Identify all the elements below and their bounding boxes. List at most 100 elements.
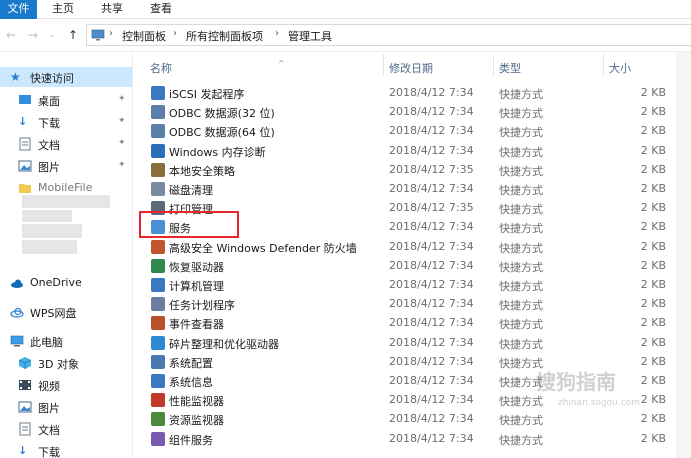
recent-locations-chevron-icon[interactable]: ⌄ [45, 27, 59, 43]
file-date: 2018/4/12 7:34 [389, 278, 474, 291]
file-date: 2018/4/12 7:34 [389, 105, 474, 119]
star-icon: ★ [10, 70, 21, 84]
back-arrow-icon[interactable]: ← [4, 27, 18, 43]
sidebar-item-onedrive[interactable]: OneDrive [0, 273, 132, 293]
tab-share[interactable]: 共享 [101, 0, 123, 19]
tab-file[interactable]: 文件 [0, 0, 37, 19]
sidebar-item-this-pc[interactable]: 此电脑 [0, 331, 132, 351]
pin-icon[interactable]: ✦ [118, 116, 126, 126]
file-row[interactable]: iSCSI 发起程序 2018/4/12 7:34 快捷方式 2 KB [133, 84, 691, 103]
breadcrumb-control-panel[interactable]: 控制面板 [122, 28, 166, 44]
column-divider[interactable] [603, 54, 604, 76]
picture-icon [18, 160, 32, 172]
sidebar-item-3d-objects[interactable]: 3D 对象 [0, 353, 132, 373]
column-header-name[interactable]: 名称 ^ [150, 59, 285, 76]
breadcrumb-separator-icon[interactable]: › [275, 28, 279, 39]
sidebar-item-pictures-pc[interactable]: 图片 [0, 397, 132, 417]
file-row[interactable]: 计算机管理 2018/4/12 7:34 快捷方式 2 KB [133, 276, 691, 295]
tab-home[interactable]: 主页 [52, 0, 74, 19]
system-config-icon [151, 354, 165, 369]
sidebar-item-documents[interactable]: 文档 ✦ [0, 134, 132, 154]
tab-view[interactable]: 查看 [150, 0, 172, 19]
file-date: 2018/4/12 7:34 [389, 412, 474, 426]
sidebar-item-wps-drive[interactable]: WPS网盘 [0, 302, 132, 322]
file-size: 2 KB [640, 297, 666, 311]
file-row[interactable]: 恢复驱动器 2018/4/12 7:34 快捷方式 2 KB [133, 257, 691, 276]
pin-icon[interactable]: ✦ [118, 138, 126, 148]
breadcrumb-separator-icon: › [109, 28, 113, 39]
file-name: ODBC 数据源(32 位) [169, 107, 275, 121]
file-row[interactable]: 高级安全 Windows Defender 防火墙 2018/4/12 7:34 快… [133, 238, 691, 257]
up-arrow-icon[interactable]: ↑ [66, 27, 80, 43]
globe-shortcut-icon [151, 86, 165, 100]
blurred-region [22, 210, 72, 222]
file-date: 2018/4/12 7:34 [389, 374, 474, 387]
column-header-label: 名称 [150, 62, 172, 75]
file-row[interactable]: ODBC 数据源(64 位) 2018/4/12 7:34 快捷方式 2 KB [133, 122, 691, 141]
file-date: 2018/4/12 7:34 [389, 124, 474, 138]
column-divider[interactable] [383, 54, 384, 76]
file-name: iSCSI 发起程序 [169, 88, 245, 101]
file-type: 快捷方式 [499, 260, 543, 274]
sidebar-item-downloads[interactable]: ↓ 下载 ✦ [0, 112, 132, 132]
file-row[interactable]: 任务计划程序 2018/4/12 7:34 快捷方式 2 KB [133, 295, 691, 314]
blurred-region [22, 224, 82, 238]
sidebar-item-desktop[interactable]: 桌面 ✦ [0, 90, 132, 110]
pin-icon[interactable]: ✦ [118, 94, 126, 104]
sidebar-item-label: 3D 对象 [38, 358, 79, 371]
sidebar-item-pictures[interactable]: 图片 ✦ [0, 156, 132, 176]
sidebar-item-downloads-pc[interactable]: ↓ 下载 [0, 441, 132, 458]
file-name: Windows 内存诊断 [169, 145, 266, 159]
file-row[interactable]: 碎片整理和优化驱动器 2018/4/12 7:34 快捷方式 2 KB [133, 334, 691, 353]
sidebar-item-label: OneDrive [30, 276, 82, 289]
highlight-annotation-box [139, 211, 239, 238]
file-name: 性能监视器 [169, 395, 224, 409]
file-name: 计算机管理 [169, 280, 224, 293]
computer-icon [10, 335, 24, 347]
file-row[interactable]: 本地安全策略 2018/4/12 7:35 快捷方式 2 KB [133, 161, 691, 180]
performance-monitor-icon [151, 393, 165, 408]
sidebar-item-label: 图片 [38, 402, 60, 415]
file-date: 2018/4/12 7:34 [389, 431, 474, 445]
file-row[interactable]: ODBC 数据源(32 位) 2018/4/12 7:34 快捷方式 2 KB [133, 103, 691, 122]
file-name: 恢复驱动器 [169, 260, 224, 274]
pin-icon[interactable]: ✦ [118, 160, 126, 170]
file-row[interactable]: 组件服务 2018/4/12 7:34 快捷方式 2 KB [133, 430, 691, 449]
sidebar-item-quick-access[interactable]: ★ 快速访问 [0, 67, 132, 87]
file-row[interactable]: Windows 内存诊断 2018/4/12 7:34 快捷方式 2 KB [133, 142, 691, 161]
file-type: 快捷方式 [499, 164, 543, 178]
file-date: 2018/4/12 7:35 [389, 162, 474, 176]
sidebar-item-label: 桌面 [38, 95, 60, 108]
file-size: 2 KB [640, 201, 666, 215]
sidebar-item-label: 图片 [38, 161, 60, 174]
sidebar-item-documents-pc[interactable]: 文档 [0, 419, 132, 439]
file-row[interactable]: 磁盘清理 2018/4/12 7:34 快捷方式 2 KB [133, 180, 691, 199]
file-date: 2018/4/12 7:34 [389, 393, 474, 407]
file-name: 事件查看器 [169, 318, 224, 332]
column-header-size[interactable]: 大小 [609, 60, 631, 76]
recovery-drive-icon [151, 258, 165, 273]
file-name: 资源监视器 [169, 414, 224, 428]
file-date: 2018/4/12 7:34 [389, 182, 474, 195]
breadcrumb-all-items[interactable]: 所有控制面板项 [186, 28, 263, 44]
file-type: 快捷方式 [499, 203, 543, 217]
file-size: 2 KB [640, 143, 666, 157]
sidebar-item-videos[interactable]: 视频 [0, 375, 132, 395]
download-icon: ↓ [18, 444, 28, 457]
file-size: 2 KB [640, 278, 666, 291]
column-header-type[interactable]: 类型 [499, 60, 521, 76]
file-row[interactable]: 事件查看器 2018/4/12 7:34 快捷方式 2 KB [133, 314, 691, 333]
column-divider[interactable] [493, 54, 494, 76]
computer-management-icon [151, 278, 165, 292]
forward-arrow-icon[interactable]: → [26, 27, 40, 43]
database-icon [151, 105, 165, 120]
file-type: 快捷方式 [499, 184, 543, 197]
file-size: 2 KB [640, 239, 666, 253]
desktop-icon [19, 95, 31, 104]
file-date: 2018/4/12 7:34 [389, 86, 474, 99]
breadcrumb-admin-tools[interactable]: 管理工具 [288, 28, 332, 44]
column-header-date[interactable]: 修改日期 [389, 60, 433, 76]
address-bar[interactable]: › 控制面板 › 所有控制面板项 › 管理工具 [86, 24, 691, 46]
breadcrumb-separator-icon[interactable]: › [173, 28, 177, 39]
disk-cleanup-icon [151, 182, 165, 196]
